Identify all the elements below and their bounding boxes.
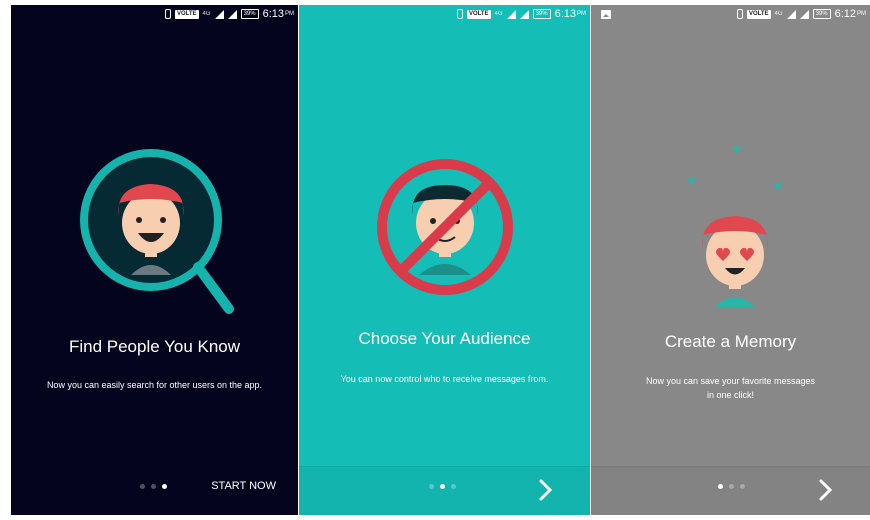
person-face-icon <box>702 216 768 307</box>
onboarding-screen-choose-audience: VOLTE 4G 39% 6:13 PM Choose Your Audienc… <box>299 5 590 515</box>
onboarding-screen-find-people: VOLTE 4G 39% 6:13 PM Find People You Kno… <box>11 5 298 515</box>
page-dot-active <box>718 484 723 489</box>
bottom-navigation <box>591 466 870 515</box>
bottom-navigation <box>299 466 590 515</box>
love-person-illustration <box>688 146 782 307</box>
screen-description: Now you can save your favorite messages … <box>605 374 856 402</box>
next-button[interactable] <box>534 477 556 503</box>
page-indicator <box>429 484 456 489</box>
screen-description: Now you can easily search for other user… <box>46 380 263 390</box>
screen-title: Find People You Know <box>68 337 241 356</box>
page-dot <box>140 484 145 489</box>
page-indicator <box>140 484 167 489</box>
blocked-person-illustration <box>377 159 513 295</box>
chevron-right-icon <box>539 479 553 501</box>
page-dot <box>151 484 156 489</box>
screen-description: You can now control who to receive messa… <box>340 374 549 384</box>
start-now-button[interactable]: START NOW <box>211 480 276 492</box>
description-line: Now you can save your favorite messages <box>645 376 816 386</box>
bottom-navigation: START NOW <box>11 467 298 515</box>
chevron-right-icon <box>819 479 833 501</box>
page-dot <box>451 484 456 489</box>
screen-title: Create a Memory <box>664 332 797 351</box>
page-indicator <box>718 484 745 489</box>
description-line: in one click! <box>706 390 755 400</box>
page-dot-active <box>440 484 445 489</box>
onboarding-screen-create-memory: VOLTE 4G 39% 6:12 PM Create a Memory Now… <box>591 5 870 515</box>
magnifier-person-illustration <box>80 149 234 314</box>
page-dot <box>429 484 434 489</box>
floating-hearts-icon <box>688 146 782 191</box>
page-dot-active <box>162 484 167 489</box>
page-dot <box>729 484 734 489</box>
next-button[interactable] <box>814 477 836 503</box>
page-dot <box>740 484 745 489</box>
screen-title: Choose Your Audience <box>358 329 531 348</box>
